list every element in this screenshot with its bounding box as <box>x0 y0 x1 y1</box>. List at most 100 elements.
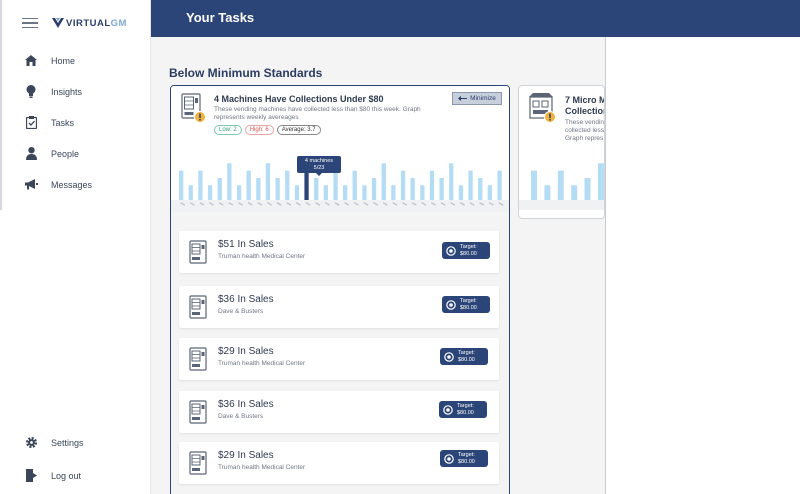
chart-bar[interactable] <box>188 185 193 200</box>
sidebar-item-settings[interactable]: Settings <box>0 427 151 458</box>
chart-bar[interactable] <box>207 185 213 200</box>
target-label: Target: $80.00 <box>457 403 474 416</box>
target-value: $80.00 <box>458 458 475 465</box>
page-title: Your Tasks <box>186 10 255 25</box>
sidebar-item-messages[interactable]: Messages <box>0 169 151 200</box>
chart-bar[interactable] <box>198 170 203 200</box>
sales-location: Truman health Medical Center <box>218 253 306 260</box>
chart-bar[interactable] <box>497 170 502 200</box>
logo-secondary-text: GM <box>110 17 127 29</box>
logout-icon <box>24 469 38 483</box>
chart-bar[interactable] <box>362 185 367 200</box>
chart-bar[interactable] <box>304 170 309 200</box>
chart-bar[interactable] <box>343 185 348 200</box>
section-title: Below Minimum Standards <box>169 66 323 80</box>
target-label: Target: $80.00 <box>460 298 477 311</box>
card2-chart <box>519 163 604 210</box>
micro-market-card[interactable]: 7 Micro M... Collection... These vending… <box>518 85 605 219</box>
chart-bar[interactable] <box>468 170 473 200</box>
stats-badges: Low: 2 High: 6 Average: 3.7 <box>214 125 321 135</box>
sidebar-item-logout[interactable]: Log out <box>0 460 151 491</box>
chart-bar[interactable] <box>439 178 444 200</box>
target-badge: Target: $80.00 <box>442 296 490 313</box>
chart-bar[interactable] <box>265 163 271 200</box>
chart-bar[interactable] <box>449 163 454 200</box>
vending-machine-icon <box>189 240 207 269</box>
card2-chart-bar <box>597 163 604 200</box>
card2-chart-bar <box>584 178 591 200</box>
target-icon <box>446 245 456 256</box>
card2-chart-bar <box>544 185 551 200</box>
sidebar-item-insights[interactable]: Insights <box>0 76 151 107</box>
sidebar-item-label: Log out <box>51 470 82 481</box>
chart-bar[interactable] <box>294 185 300 200</box>
sales-location: Dave & Busters <box>218 413 264 420</box>
chart-bar[interactable] <box>391 185 396 200</box>
target-badge: Target: $80.00 <box>439 401 487 418</box>
chart-bar[interactable] <box>410 178 415 200</box>
target-value: $80.00 <box>460 250 477 257</box>
sales-row[interactable]: $29 In Sales Truman health Medical Cente… <box>179 442 499 484</box>
target-value: $80.00 <box>458 356 475 363</box>
right-pane <box>605 37 800 494</box>
sales-row[interactable]: $36 In Sales Dave & Busters Target: $80.0… <box>179 391 499 433</box>
gear-icon <box>24 436 38 450</box>
sales-location: Dave & Busters <box>218 308 264 315</box>
target-caption: Target: <box>458 350 475 356</box>
chart-tooltip: 4 machines 5/23 <box>297 156 341 176</box>
chart-bar[interactable] <box>285 170 290 200</box>
tooltip-line-2: 5/23 <box>313 164 325 171</box>
minimize-button[interactable]: Minimize <box>452 92 502 105</box>
below-minimum-card: 4 Machines Have Collections Under $80 Th… <box>170 85 510 494</box>
sales-row[interactable]: $36 In Sales Dave & Busters Target: $80.0… <box>179 286 499 328</box>
minimize-label: Minimize <box>470 95 496 102</box>
target-label: Target: $80.00 <box>460 244 477 257</box>
chart-bar[interactable] <box>352 170 357 200</box>
chart-bar[interactable] <box>217 178 222 200</box>
top-header: Your Tasks <box>151 0 800 37</box>
sidebar-item-people[interactable]: People <box>0 138 151 169</box>
chart-bar[interactable] <box>323 185 328 200</box>
chart-bar[interactable] <box>429 170 435 200</box>
chart-bar[interactable] <box>458 185 464 200</box>
target-caption: Target: <box>458 452 475 458</box>
chart-bar[interactable] <box>478 178 483 200</box>
logo-mark-icon <box>52 18 64 28</box>
sales-amount: $29 In Sales <box>218 346 274 357</box>
chart-bar[interactable] <box>256 178 261 200</box>
chart-bar[interactable] <box>400 170 406 200</box>
sidebar-item-label: Messages <box>51 179 93 190</box>
sidebar-bottom-nav: Settings Log out <box>0 427 151 491</box>
chart-bar[interactable] <box>371 178 377 200</box>
target-caption: Target: <box>460 298 477 304</box>
chart-bar[interactable] <box>314 178 319 200</box>
card2-title: 7 Micro M... Collection... <box>565 95 604 116</box>
chart-bar[interactable] <box>487 185 492 200</box>
sidebar-item-home[interactable]: Home <box>0 45 151 76</box>
target-badge: Target: $80.00 <box>440 348 488 365</box>
sales-amount: $29 In Sales <box>218 450 274 461</box>
chart-bar[interactable] <box>420 185 425 200</box>
lightbulb-icon <box>24 85 38 99</box>
low-badge: Low: 2 <box>214 125 242 135</box>
sidebar-nav: Home Insights Tasks People Messages <box>0 45 151 200</box>
chart-bar[interactable] <box>236 185 242 200</box>
target-icon <box>443 404 453 415</box>
card-description: These vending machines have collected le… <box>214 106 421 121</box>
sales-row[interactable]: $29 In Sales Truman health Medical Cente… <box>179 338 499 380</box>
hamburger-menu-icon[interactable] <box>22 17 38 29</box>
target-label: Target: $80.00 <box>458 452 475 465</box>
chart-bar[interactable] <box>179 170 184 200</box>
sidebar-item-label: Settings <box>51 437 84 448</box>
card2-chart-axis-strip <box>519 200 604 210</box>
sales-row[interactable]: $51 In Sales Truman health Medical Cente… <box>179 231 499 273</box>
chart-bar[interactable] <box>227 163 232 200</box>
chart-bar[interactable] <box>275 178 280 200</box>
arrow-left-icon <box>458 96 468 101</box>
chart-bar[interactable] <box>381 163 386 200</box>
card2-chart-bar <box>531 170 537 200</box>
home-icon <box>24 54 38 68</box>
sidebar: VIRTUAL GM Home Insights Tasks People Me… <box>0 0 151 494</box>
chart-bar[interactable] <box>246 170 251 200</box>
sidebar-item-tasks[interactable]: Tasks <box>0 107 151 138</box>
